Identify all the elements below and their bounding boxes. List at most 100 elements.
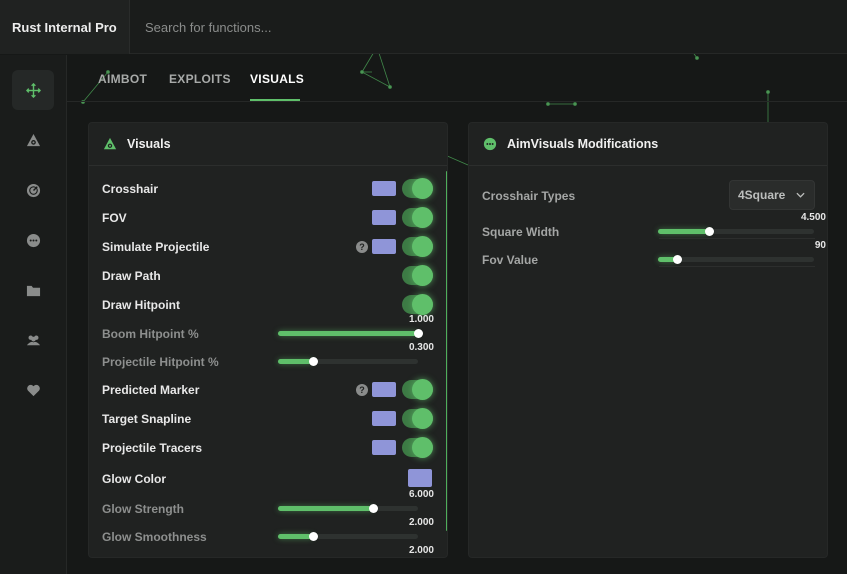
- target-snapline-row: Target Snapline: [102, 408, 433, 429]
- users-icon: [26, 335, 40, 345]
- projectile-tracers-label: Projectile Tracers: [102, 441, 203, 455]
- crosshair-row: Crosshair: [102, 178, 433, 199]
- heart-icon: [26, 384, 40, 396]
- draw-hitpoint-row: Draw Hitpoint: [102, 294, 433, 315]
- visuals-panel-title: Visuals: [127, 137, 171, 151]
- tabs-divider: [67, 101, 847, 102]
- predicted-marker-row: Predicted Marker ?: [102, 379, 433, 400]
- projectile-tracers-toggle[interactable]: [402, 437, 433, 458]
- crosshair-label: Crosshair: [102, 182, 159, 196]
- draw-hitpoint-toggle[interactable]: [402, 294, 433, 315]
- folder-icon: [26, 285, 40, 296]
- glow-smoothness-label: Glow Smoothness: [102, 530, 207, 544]
- simulate-projectile-row: Simulate Projectile ?: [102, 236, 433, 257]
- sidebar-item-favorites[interactable]: [12, 370, 54, 410]
- divider: [659, 266, 815, 267]
- sidebar-item-misc[interactable]: [12, 220, 54, 260]
- slider-thumb[interactable]: [672, 255, 682, 264]
- draw-path-toggle[interactable]: [402, 265, 433, 286]
- projectile-hitpoint-value: 0.300: [408, 342, 434, 353]
- glow-smoothness-value: 2.000: [408, 517, 434, 528]
- fov-value-label: Fov Value: [482, 253, 539, 267]
- projectile-hitpoint-slider[interactable]: [278, 357, 418, 366]
- aimvisuals-panel-header: AimVisuals Modifications: [469, 123, 827, 166]
- draw-path-label: Draw Path: [102, 269, 161, 283]
- square-width-slider[interactable]: [658, 227, 814, 236]
- crosshair-types-label: Crosshair Types: [482, 189, 576, 203]
- crosshair-color-swatch[interactable]: [372, 181, 396, 196]
- slider-thumb[interactable]: [369, 504, 379, 513]
- sidebar-item-players[interactable]: [12, 320, 54, 360]
- projectile-hitpoint-label: Projectile Hitpoint %: [102, 355, 219, 369]
- sidebar: [0, 55, 67, 574]
- projectile-hitpoint-row: Projectile Hitpoint % 0.300: [102, 342, 434, 372]
- help-icon[interactable]: ?: [356, 384, 368, 396]
- simulate-projectile-toggle[interactable]: [402, 236, 433, 257]
- slider-thumb[interactable]: [309, 357, 318, 366]
- square-width-row: Square Width 4.500: [482, 212, 826, 242]
- crosshair-types-selected: 4Square: [738, 188, 786, 202]
- slider-thumb[interactable]: [414, 329, 423, 338]
- sidebar-item-radar[interactable]: [12, 170, 54, 210]
- eye-triangle-icon: [103, 137, 117, 151]
- next-slider-value: 2.000: [408, 545, 434, 556]
- boom-hitpoint-slider[interactable]: [278, 329, 423, 338]
- draw-path-row: Draw Path: [102, 265, 433, 286]
- divider: [659, 238, 815, 239]
- boom-hitpoint-label: Boom Hitpoint %: [102, 327, 199, 341]
- crosshair-move-icon: [25, 82, 41, 98]
- fov-toggle[interactable]: [402, 207, 433, 228]
- boom-hitpoint-value: 1.000: [408, 314, 434, 325]
- target-snapline-color-swatch[interactable]: [372, 411, 396, 426]
- glow-smoothness-slider[interactable]: [278, 532, 418, 541]
- glow-strength-slider[interactable]: [278, 504, 418, 513]
- fov-value-value: 90: [814, 240, 826, 251]
- fov-value-slider[interactable]: [658, 255, 814, 264]
- boom-hitpoint-row: Boom Hitpoint % 1.000: [102, 314, 434, 344]
- aimvisuals-panel: AimVisuals Modifications Crosshair Types…: [468, 122, 828, 558]
- fov-label: FOV: [102, 211, 127, 225]
- help-icon[interactable]: ?: [356, 241, 368, 253]
- radar-icon: [26, 183, 40, 197]
- glow-strength-row: Glow Strength 6.000: [102, 489, 434, 519]
- glow-color-swatch[interactable]: [408, 469, 432, 487]
- tab-visuals[interactable]: VISUALS: [250, 72, 304, 86]
- projectile-tracers-color-swatch[interactable]: [372, 440, 396, 455]
- sidebar-item-configs[interactable]: [12, 270, 54, 310]
- top-bar: Rust Internal Pro: [0, 0, 847, 54]
- fov-color-swatch[interactable]: [372, 210, 396, 225]
- scrollbar[interactable]: [446, 171, 447, 531]
- simulate-projectile-color-swatch[interactable]: [372, 239, 396, 254]
- slider-thumb[interactable]: [309, 532, 318, 541]
- chat-dots-icon: [26, 233, 40, 247]
- sidebar-item-aimbot[interactable]: [12, 70, 54, 110]
- draw-hitpoint-label: Draw Hitpoint: [102, 298, 180, 312]
- glow-color-label: Glow Color: [102, 472, 166, 486]
- predicted-marker-label: Predicted Marker: [102, 383, 200, 397]
- visuals-panel-header: Visuals: [89, 123, 447, 166]
- fov-value-row: Fov Value 90: [482, 240, 826, 270]
- slider-thumb[interactable]: [705, 227, 715, 236]
- sidebar-item-visuals[interactable]: [12, 120, 54, 160]
- glow-strength-value: 6.000: [408, 489, 434, 500]
- crosshair-toggle[interactable]: [402, 178, 433, 199]
- chevron-down-icon: [796, 192, 805, 198]
- eye-triangle-icon: [26, 133, 40, 146]
- glow-smoothness-row: Glow Smoothness 2.000: [102, 517, 434, 547]
- glow-strength-label: Glow Strength: [102, 502, 184, 516]
- tab-exploits[interactable]: EXPLOITS: [169, 72, 231, 86]
- target-snapline-toggle[interactable]: [402, 408, 433, 429]
- fov-row: FOV: [102, 207, 433, 228]
- crosshair-types-dropdown[interactable]: 4Square: [729, 180, 815, 210]
- app-title: Rust Internal Pro: [0, 0, 130, 54]
- simulate-projectile-label: Simulate Projectile: [102, 240, 210, 254]
- search-input[interactable]: [131, 0, 431, 54]
- predicted-marker-toggle[interactable]: [402, 379, 433, 400]
- visuals-panel: Visuals Crosshair FOV Simulate Projectil…: [88, 122, 448, 558]
- tab-aimbot[interactable]: AIMBOT: [98, 72, 147, 86]
- predicted-marker-color-swatch[interactable]: [372, 382, 396, 397]
- glow-color-row: Glow Color: [102, 469, 432, 489]
- target-snapline-label: Target Snapline: [102, 412, 192, 426]
- chat-dots-icon: [483, 137, 497, 151]
- square-width-label: Square Width: [482, 225, 560, 239]
